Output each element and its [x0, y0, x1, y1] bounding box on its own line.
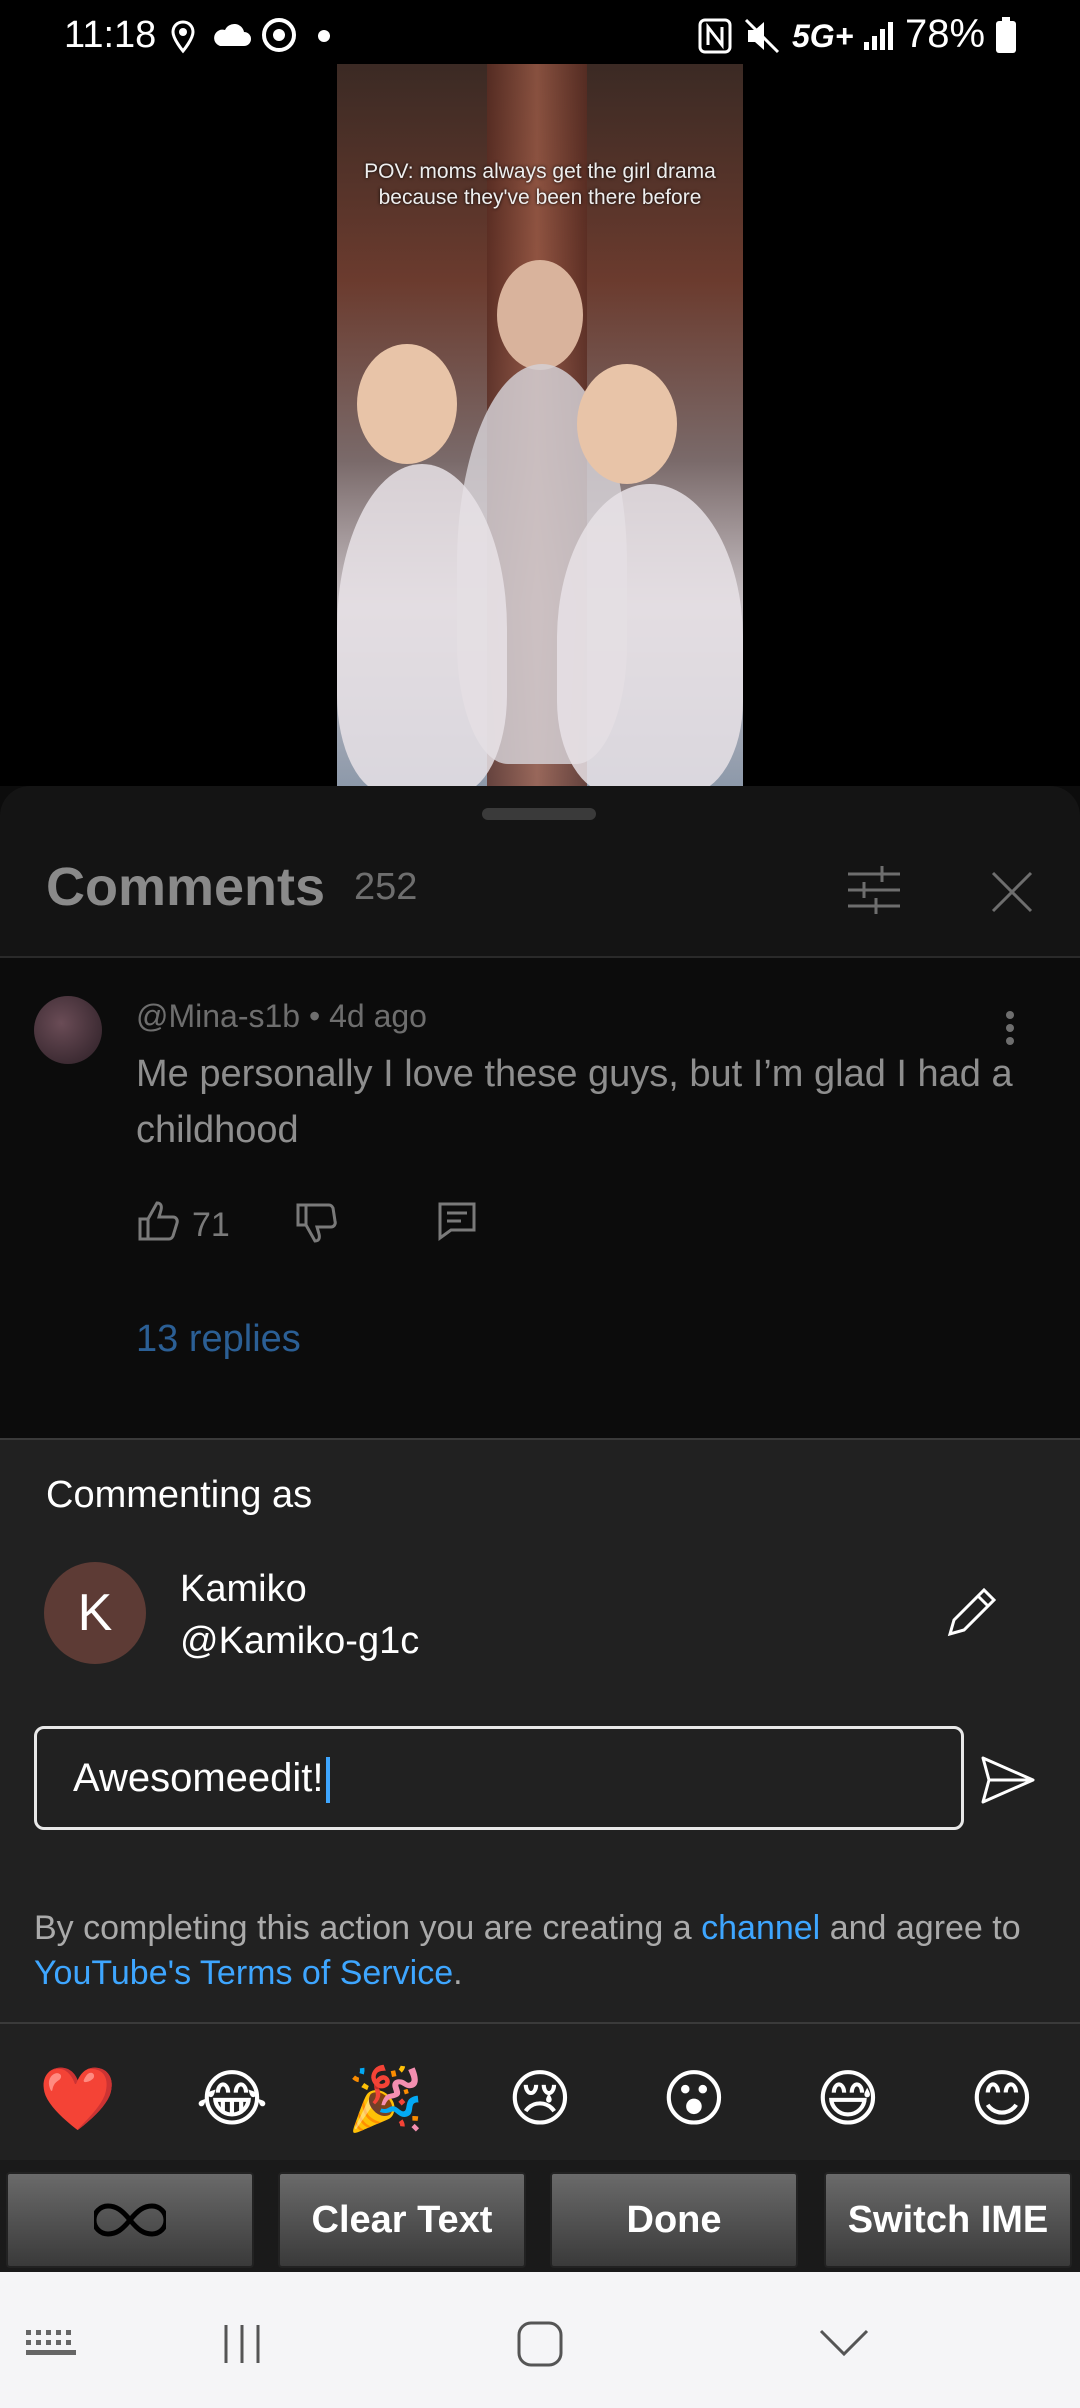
battery-icon	[996, 17, 1016, 53]
comment-author-meta[interactable]: @Mina-s1b • 4d ago	[136, 998, 427, 1035]
terms-middle: and agree to	[820, 1909, 1021, 1947]
emoji-sweat-smile[interactable]: 😅	[808, 2060, 888, 2140]
video-person	[497, 260, 583, 370]
thumbs-up-icon	[138, 1201, 179, 1241]
emoji-surprised[interactable]: 😮	[654, 2060, 734, 2140]
pencil-icon	[947, 1587, 997, 1637]
back-button[interactable]	[812, 2318, 876, 2368]
comment-text: Me personally I love these guys, but I’m…	[136, 1053, 1013, 1151]
dislike-button[interactable]	[292, 1198, 342, 1248]
signal-icon	[864, 22, 893, 50]
recents-icon	[224, 2325, 260, 2363]
drag-handle[interactable]	[482, 808, 596, 820]
done-button[interactable]: Done	[550, 2172, 798, 2268]
terms-prefix: By completing this action you are creati…	[34, 1909, 702, 1947]
like-button[interactable]	[134, 1196, 184, 1246]
avatar-initial: K	[77, 1584, 113, 1642]
close-button[interactable]	[982, 862, 1042, 922]
location-icon	[171, 20, 195, 54]
terms-of-service-link[interactable]: YouTube's Terms of Service	[34, 1954, 453, 1992]
reply-button[interactable]	[432, 1196, 482, 1246]
recents-button[interactable]	[210, 2314, 274, 2374]
user-handle: @Kamiko-g1c	[180, 1620, 420, 1662]
terms-text: By completing this action you are creati…	[34, 1906, 1044, 1996]
terms-suffix: .	[453, 1954, 463, 1992]
status-time: 11:18	[64, 14, 157, 56]
nfc-icon	[698, 18, 732, 54]
cloud-icon	[214, 23, 251, 46]
commenting-as-label: Commenting as	[46, 1474, 313, 1516]
video-person	[577, 364, 677, 484]
tune-icon	[848, 866, 900, 914]
emoji-crying[interactable]: 😢	[500, 2060, 580, 2140]
send-button[interactable]	[976, 1748, 1040, 1812]
infinity-button[interactable]	[6, 2172, 254, 2268]
user-avatar: K	[44, 1562, 146, 1664]
comments-title: Comments	[46, 857, 326, 917]
video-person	[557, 484, 743, 786]
emoji-smile[interactable]: 😊	[962, 2060, 1042, 2140]
like-count: 71	[192, 1206, 230, 1244]
status-bar: 11:18 5G+ 78%	[0, 0, 1080, 70]
edit-channel-button[interactable]	[940, 1580, 1004, 1644]
comments-count: 252	[354, 866, 418, 908]
home-icon	[517, 2321, 563, 2367]
comment-input-field[interactable]: Awesomeedit!	[73, 1729, 330, 1827]
video-player[interactable]: POV: moms always get the girl drama beca…	[337, 64, 743, 786]
network-type: 5G+	[792, 18, 854, 54]
mute-icon	[744, 18, 780, 54]
comment-input[interactable]: Awesomeedit!	[34, 1726, 964, 1830]
video-person	[337, 464, 507, 786]
comment-more-button[interactable]	[996, 1006, 1024, 1050]
chevron-down-icon	[819, 2329, 869, 2357]
close-icon	[991, 871, 1033, 913]
notification-dot	[318, 30, 330, 42]
keyboard-icon	[26, 2330, 76, 2355]
infinity-icon	[94, 2203, 166, 2237]
keyboard-button[interactable]	[20, 2318, 84, 2368]
header-divider	[0, 956, 1080, 958]
reply-comment-icon	[438, 1202, 476, 1241]
emoji-laughing[interactable]: 😂	[192, 2060, 272, 2140]
send-icon	[981, 1756, 1035, 1804]
emoji-heart[interactable]: ❤️	[38, 2060, 118, 2140]
channel-link[interactable]: channel	[701, 1909, 820, 1947]
more-vert-icon	[1006, 1011, 1014, 1045]
emoji-party[interactable]: 🎉	[346, 2060, 426, 2140]
thumbs-down-icon	[296, 1203, 337, 1243]
text-cursor	[325, 1757, 330, 1804]
user-name: Kamiko	[180, 1568, 307, 1610]
replies-link[interactable]: 13 replies	[136, 1318, 301, 1361]
filter-button[interactable]	[840, 856, 908, 924]
sync-icon	[262, 18, 296, 52]
battery-percent: 78%	[905, 12, 986, 56]
video-caption: POV: moms always get the girl drama beca…	[364, 160, 716, 209]
switch-ime-button[interactable]: Switch IME	[824, 2172, 1072, 2268]
comment-input-value: Awesomeedit!	[73, 1756, 324, 1800]
comment-avatar[interactable]	[34, 996, 102, 1064]
clear-text-button[interactable]: Clear Text	[278, 2172, 526, 2268]
video-person	[357, 344, 457, 464]
home-button[interactable]	[508, 2312, 572, 2376]
